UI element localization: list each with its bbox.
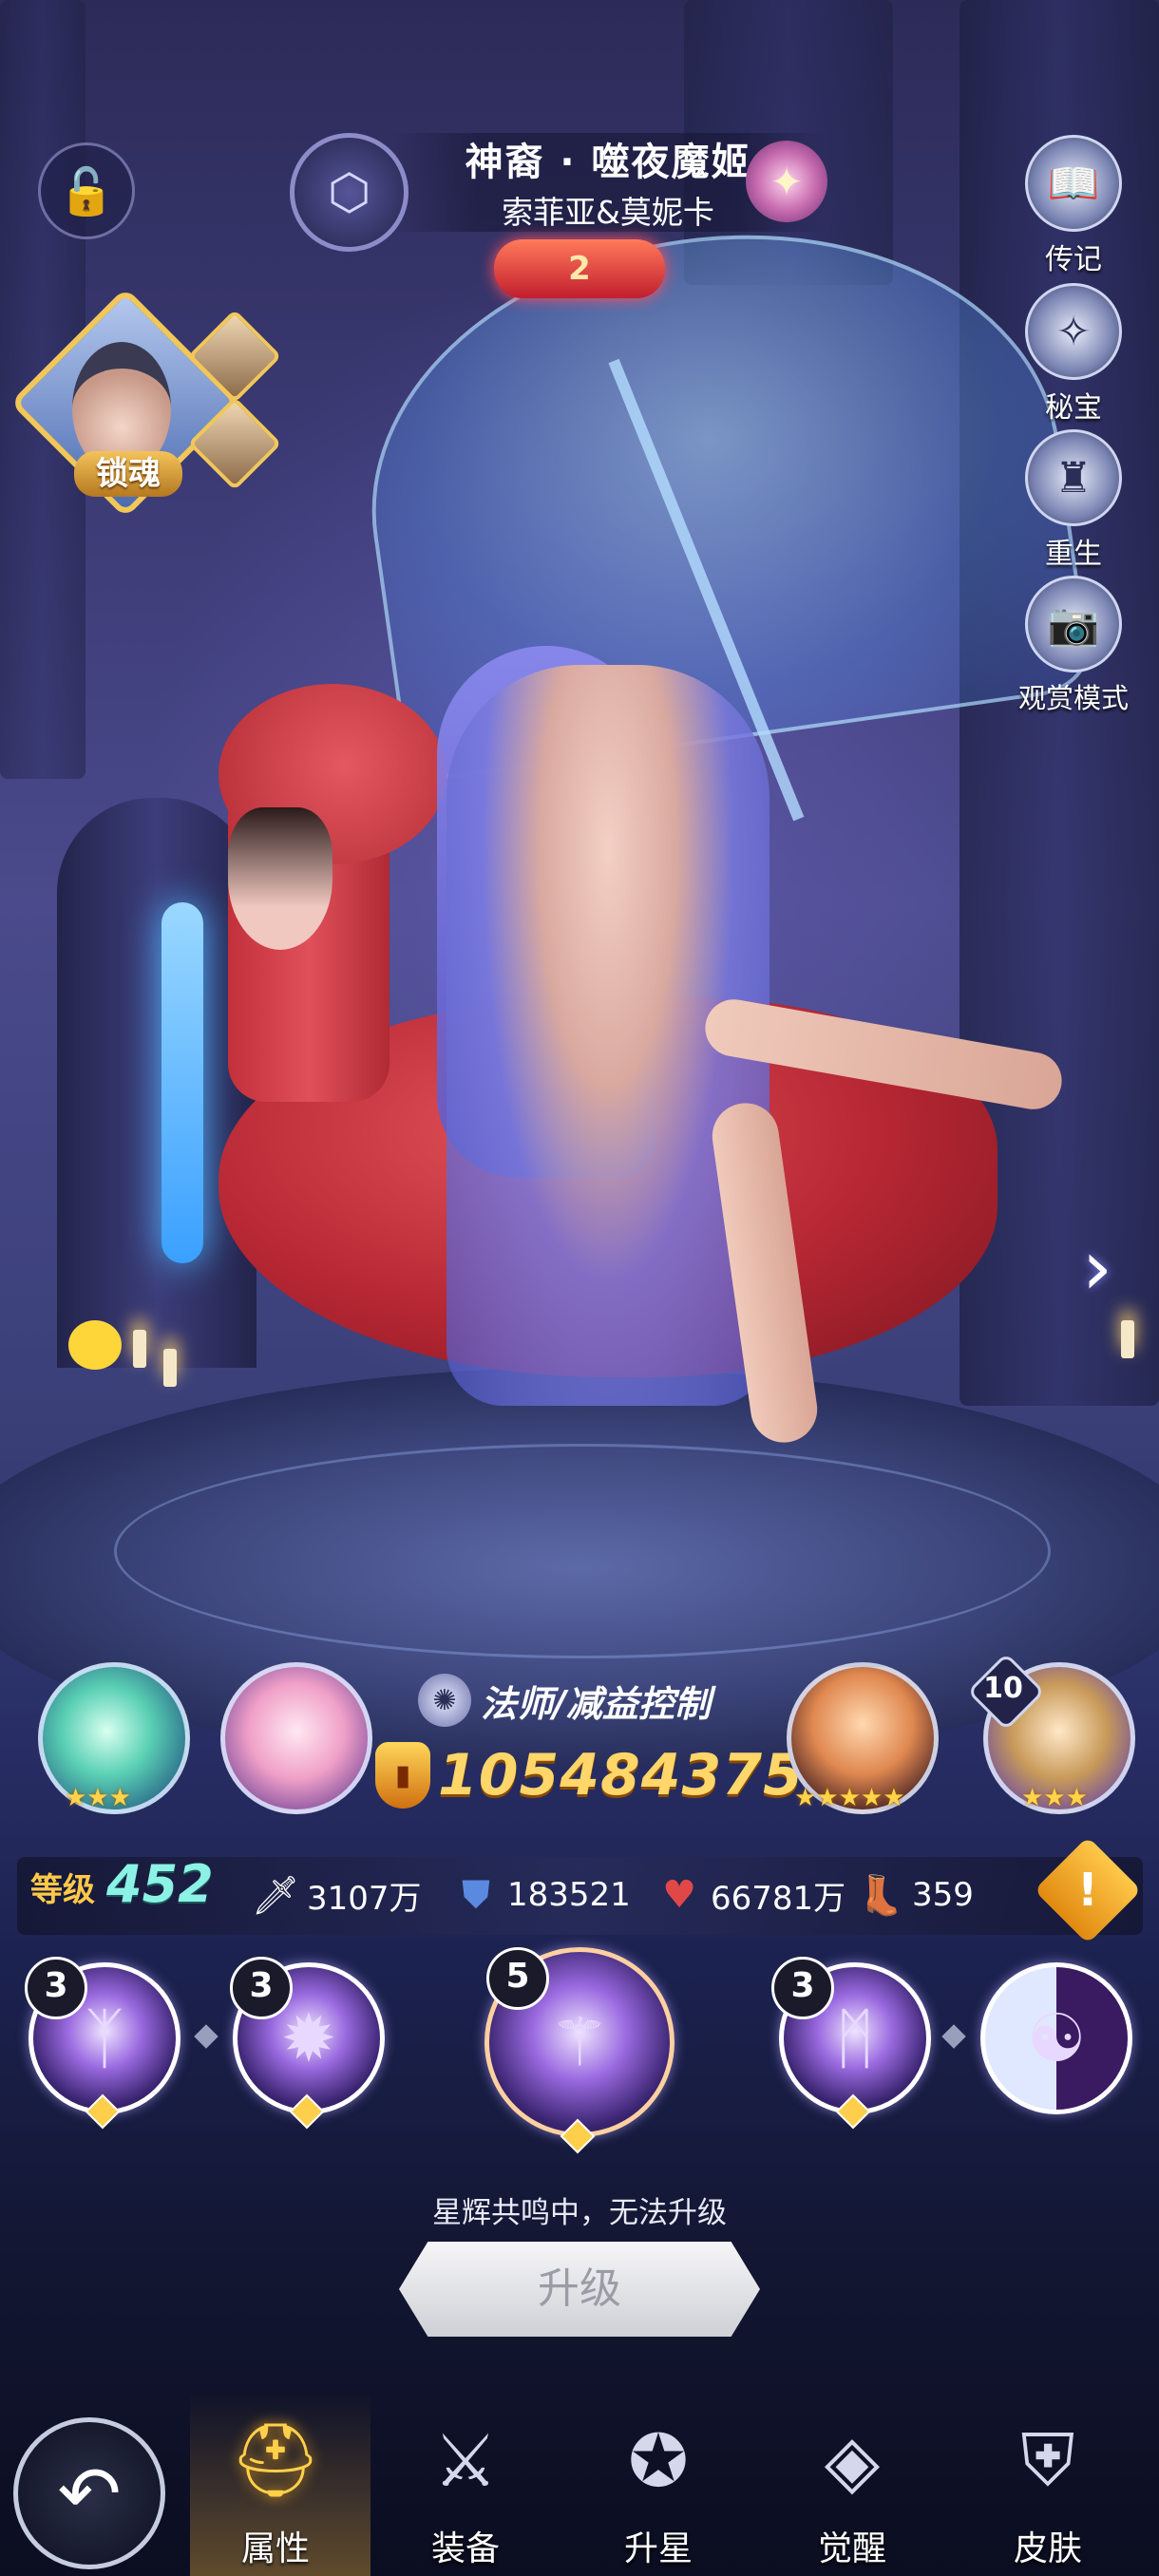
shield-icon: ⛊ xyxy=(462,1873,490,1917)
skill-5[interactable]: ☯ xyxy=(980,1962,1132,2114)
arena-floor-ring xyxy=(114,1444,1051,1658)
skill-level-badge: 3 xyxy=(230,1957,293,2019)
level-value: 452 xyxy=(106,1854,214,1914)
next-hero-arrow[interactable]: › xyxy=(1059,1225,1135,1311)
side-menu-label: 重生 xyxy=(1045,538,1102,571)
tab-label: 皮肤 xyxy=(1013,2529,1082,2568)
upgrade-note: 星辉共鸣中，无法升级 xyxy=(432,2196,727,2230)
role-row: ✺ 法师/减益控制 xyxy=(418,1672,711,1729)
skill-level-badge: 3 xyxy=(25,1957,87,2019)
upgrade-button-label[interactable]: 升级 xyxy=(399,2242,760,2337)
portal-glow xyxy=(162,902,203,1263)
warning-icon[interactable]: ! xyxy=(1050,1852,1126,1928)
tab-label: 属性 xyxy=(240,2529,310,2568)
side-menu-label: 观赏模式 xyxy=(1017,682,1129,714)
back-arrow-icon: ↶ xyxy=(57,2449,122,2538)
stat-attack: 🗡 3107万 xyxy=(252,1864,422,1926)
flamingo-float-beak xyxy=(228,807,332,950)
candle xyxy=(163,1349,177,1387)
tab-equipment[interactable]: ⚔ 装备 xyxy=(385,2403,546,2570)
side-menu-view-mode[interactable]: 📷 观赏模式 xyxy=(1012,576,1135,716)
tab-skins[interactable]: ⛨ 皮肤 xyxy=(967,2403,1129,2570)
portal-arch xyxy=(57,798,256,1368)
sword-icon: ⚔ xyxy=(432,2417,499,2503)
hero-detail-screen: { "header": { "hero_name": "神裔 · 噬夜魔姬", … xyxy=(0,0,1159,2576)
power-row: ▮ 105484375 xyxy=(375,1738,804,1812)
awaken-icon: ◈ xyxy=(824,2417,881,2503)
book-icon: 📖 xyxy=(1025,135,1122,232)
stat-speed: 👢 359 xyxy=(857,1864,974,1926)
lock-open-icon: 🔓 xyxy=(58,164,115,218)
teammate-stars: ★★★ xyxy=(1021,1784,1088,1812)
rubber-duck xyxy=(68,1320,122,1370)
side-menu-rebirth[interactable]: ♜ 重生 xyxy=(1012,429,1135,572)
teammate-badge-number: 10 xyxy=(983,1672,1023,1705)
tab-label: 升星 xyxy=(623,2529,693,2568)
rebirth-icon: ♜ xyxy=(1025,429,1122,526)
stat-defense-value: 183521 xyxy=(507,1876,631,1914)
lock-button[interactable]: 🔓 xyxy=(38,142,135,239)
stat-hp: ♥ 66781万 xyxy=(656,1864,846,1926)
rank-badge-number: 2 xyxy=(568,250,591,288)
role-text: 法师/减益控制 xyxy=(481,1682,711,1725)
teammate-fairy[interactable] xyxy=(220,1662,372,1814)
teammate-stars: ★★★ xyxy=(65,1784,131,1812)
stat-hp-value: 66781万 xyxy=(711,1879,846,1918)
sword-icon: 🗡 xyxy=(251,1873,300,1918)
tab-awaken[interactable]: ◈ 觉醒 xyxy=(771,2403,933,2570)
star-shield-icon: ✪ xyxy=(628,2417,689,2503)
tab-star-up[interactable]: ✪ 升星 xyxy=(578,2403,739,2570)
stat-defense: ⛊ 183521 xyxy=(452,1864,631,1926)
soul-link-label: 锁魂 xyxy=(74,451,182,497)
power-shield-icon: ▮ xyxy=(375,1742,430,1809)
helmet-icon: ⛑ xyxy=(229,2417,322,2502)
side-menu-biography[interactable]: 📖 传记 xyxy=(1012,135,1135,277)
mage-icon: ✺ xyxy=(418,1674,471,1727)
side-menu-treasure[interactable]: ✧ 秘宝 xyxy=(1012,283,1135,426)
power-value: 105484375 xyxy=(438,1742,804,1809)
back-button[interactable]: ↶ xyxy=(13,2417,165,2569)
candle xyxy=(1121,1320,1134,1358)
skill-level-badge: 3 xyxy=(771,1957,834,2019)
skill-separator xyxy=(194,2024,218,2049)
rank-badge: 2 xyxy=(494,239,665,298)
tab-attributes[interactable]: ⛑ 属性 xyxy=(195,2403,356,2570)
skill-level-badge: 5 xyxy=(486,1947,549,2010)
camera-icon: 📷 xyxy=(1025,576,1122,672)
skill-separator xyxy=(941,2024,966,2049)
stat-speed-value: 359 xyxy=(912,1876,974,1914)
light-element-icon[interactable]: ✦ xyxy=(746,141,827,222)
teammate-stars: ★★★★★ xyxy=(794,1784,905,1812)
stat-attack-value: 3107万 xyxy=(307,1879,422,1918)
level-label: 等级 xyxy=(30,1871,95,1909)
candle xyxy=(133,1330,146,1368)
armor-icon: ⛨ xyxy=(1020,2416,1075,2502)
boot-icon: 👢 xyxy=(857,1873,904,1918)
treasure-icon: ✧ xyxy=(1025,283,1122,380)
tab-label: 觉醒 xyxy=(817,2529,886,2568)
heart-icon: ♥ xyxy=(662,1873,696,1917)
tab-label: 装备 xyxy=(430,2529,500,2568)
side-menu-label: 秘宝 xyxy=(1045,391,1102,425)
side-menu-label: 传记 xyxy=(1045,243,1102,276)
